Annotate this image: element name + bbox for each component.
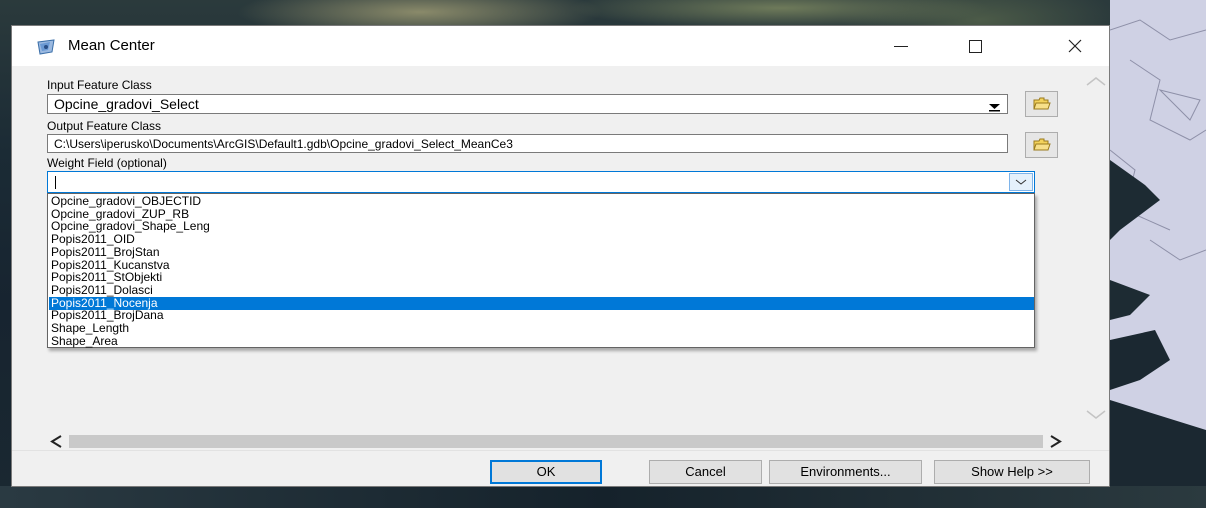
output-feature-class-label: Output Feature Class <box>47 119 162 133</box>
weight-field-options-list[interactable]: Opcine_gradovi_OBJECTID Opcine_gradovi_ZU… <box>47 193 1035 348</box>
maximize-button[interactable] <box>952 26 998 66</box>
map-bottom-strip <box>0 486 1206 508</box>
scroll-right-button[interactable] <box>1045 433 1065 450</box>
close-button[interactable] <box>1052 26 1098 66</box>
chevron-left-icon <box>50 435 62 448</box>
close-icon <box>1068 39 1082 53</box>
weight-field-option[interactable]: Opcine_gradovi_Shape_Leng <box>49 220 1034 233</box>
scroll-up-button[interactable] <box>1085 73 1107 89</box>
mean-center-tool-icon <box>36 38 56 56</box>
weight-field-option[interactable]: Shape_Length <box>49 322 1034 335</box>
footer-divider <box>12 450 1109 451</box>
scrollbar-thumb[interactable] <box>69 435 1043 448</box>
weight-field-option[interactable]: Popis2011_StObjekti <box>49 271 1034 284</box>
open-folder-icon <box>1033 138 1051 151</box>
map-region-polygons <box>1110 0 1206 508</box>
chevron-down-icon <box>1015 179 1027 185</box>
output-feature-class-field[interactable]: C:\Users\iperusko\Documents\ArcGIS\Defau… <box>47 134 1008 153</box>
text-caret <box>55 176 56 189</box>
browse-output-button[interactable] <box>1025 132 1058 158</box>
weight-field-option[interactable]: Popis2011_Dolasci <box>49 283 1034 297</box>
open-folder-icon <box>1033 97 1051 110</box>
chevron-down-icon <box>1086 410 1106 419</box>
weight-field-label: Weight Field (optional) <box>47 156 167 170</box>
window-title: Mean Center <box>68 37 155 54</box>
weight-field-option[interactable]: Popis2011_OID <box>49 233 1034 246</box>
weight-field-option[interactable]: Popis2011_BrojStan <box>49 245 1034 259</box>
output-feature-class-value: C:\Users\iperusko\Documents\ArcGIS\Defau… <box>54 137 513 151</box>
browse-input-button[interactable] <box>1025 91 1058 117</box>
weight-field-option[interactable]: Shape_Area <box>49 334 1034 348</box>
weight-field-dropdown-button[interactable] <box>1009 173 1033 191</box>
scroll-left-button[interactable] <box>47 433 67 450</box>
chevron-right-icon <box>1050 435 1062 448</box>
input-feature-class-label: Input Feature Class <box>47 78 152 92</box>
horizontal-scrollbar[interactable] <box>47 433 1087 450</box>
environments-button[interactable]: Environments... <box>769 460 922 484</box>
mean-center-dialog: Mean Center Input Feature Class Opcine_g… <box>11 25 1110 487</box>
show-help-button[interactable]: Show Help >> <box>934 460 1090 484</box>
input-feature-class-value: Opcine_gradovi_Select <box>54 96 199 112</box>
weight-field-combobox[interactable] <box>47 171 1035 193</box>
weight-field-option[interactable]: Popis2011_BrojDana <box>49 309 1034 322</box>
scroll-down-button[interactable] <box>1085 407 1107 423</box>
chevron-up-icon <box>1086 77 1106 86</box>
weight-field-option[interactable]: Popis2011_Kucanstva <box>49 258 1034 272</box>
dropdown-arrow-icon <box>986 100 1003 113</box>
title-bar[interactable]: Mean Center <box>12 26 1109 66</box>
ok-button[interactable]: OK <box>490 460 602 484</box>
input-feature-class-dropdown[interactable]: Opcine_gradovi_Select <box>47 94 1008 114</box>
cancel-button[interactable]: Cancel <box>649 460 762 484</box>
weight-field-option[interactable]: Popis2011_Nocenja <box>49 296 1034 310</box>
weight-field-option[interactable]: Opcine_gradovi_OBJECTID <box>49 195 1034 208</box>
minimize-button[interactable] <box>878 26 924 66</box>
